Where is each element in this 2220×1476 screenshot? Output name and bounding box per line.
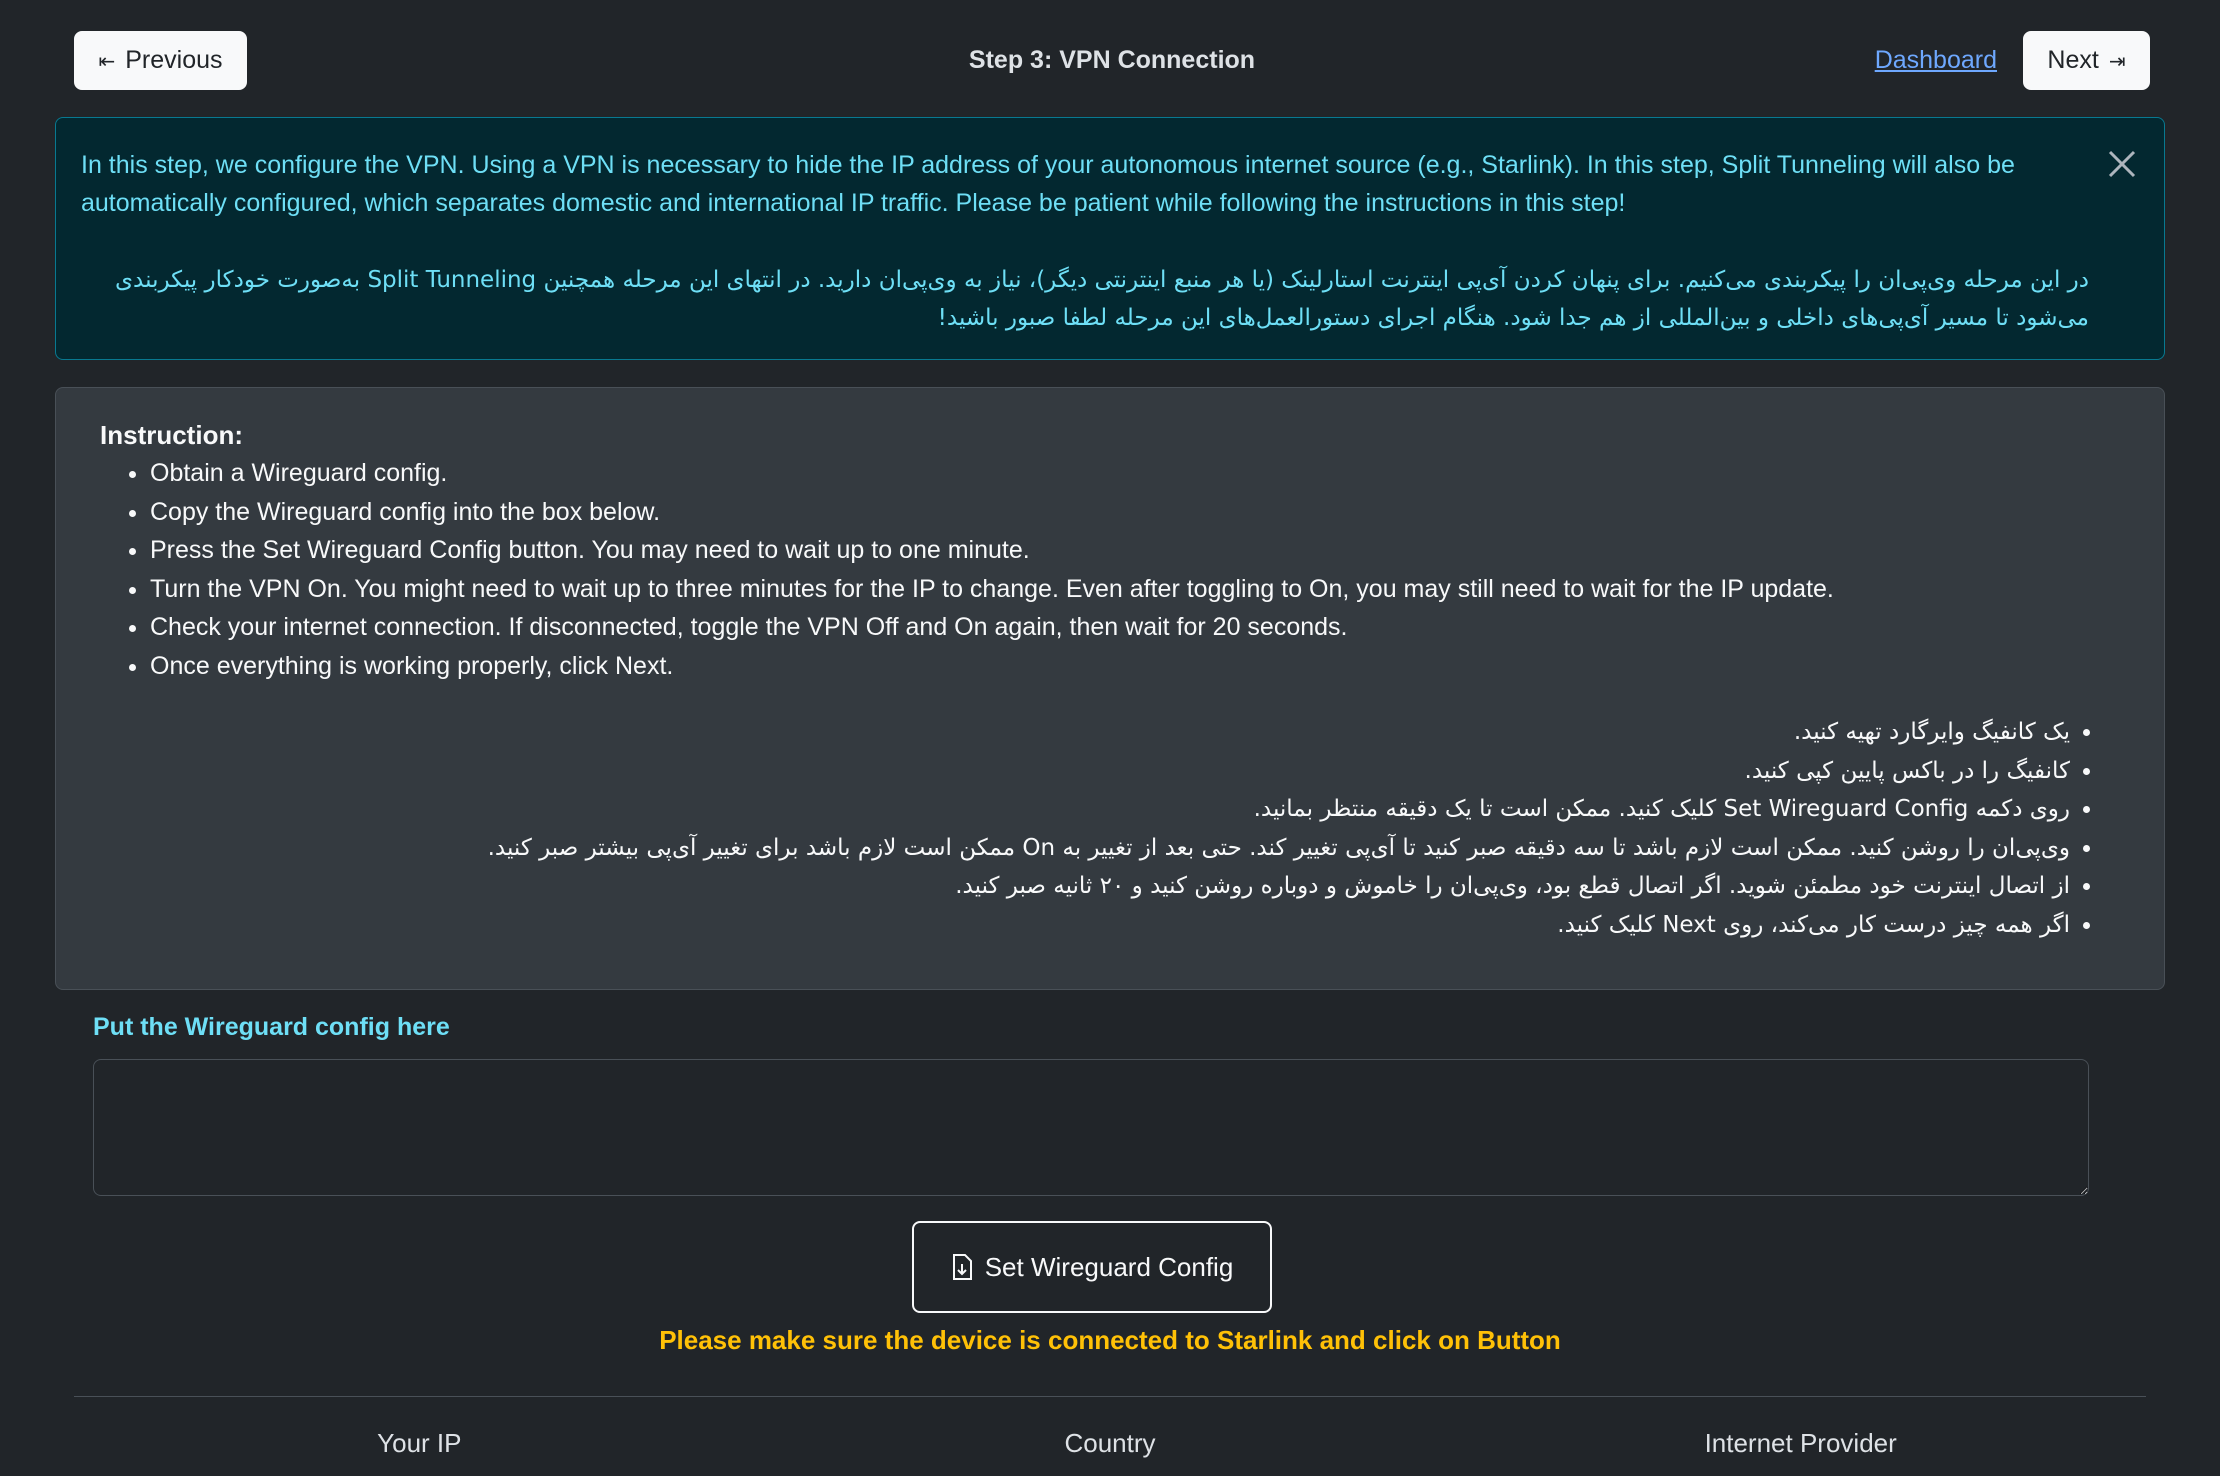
alert-text-english: In this step, we configure the VPN. Usin… (81, 151, 2015, 217)
list-item: روی دکمه Set Wireguard Config کلیک کنید.… (100, 790, 2070, 829)
step-navigation: ⇤ Previous Step 3: VPN Connection Dashbo… (74, 31, 2150, 90)
wireguard-config-input[interactable] (93, 1059, 2089, 1196)
divider (74, 1396, 2146, 1397)
list-item: Press the Set Wireguard Config button. Y… (150, 531, 2120, 570)
instructions-list-persian: یک کانفیگ وایرگارد تهیه کنید. کانفیگ را … (100, 713, 2120, 944)
set-wireguard-config-button[interactable]: Set Wireguard Config (912, 1221, 1272, 1313)
connection-warning: Please make sure the device is connected… (659, 1325, 1561, 1355)
your-ip-label: Your IP (377, 1428, 462, 1458)
info-alert: In this step, we configure the VPN. Usin… (55, 117, 2165, 360)
config-label: Put the Wireguard config here (93, 1013, 450, 1041)
instructions-title: Instruction: (100, 420, 243, 450)
dashboard-link[interactable]: Dashboard (1875, 31, 1997, 90)
list-item: یک کانفیگ وایرگارد تهیه کنید. (100, 713, 2070, 752)
set-wireguard-config-label: Set Wireguard Config (984, 1251, 1234, 1282)
list-item: Obtain a Wireguard config. (150, 454, 2120, 493)
list-item: اگر همه چیز درست کار می‌کند، روی Next کل… (100, 906, 2070, 945)
close-icon[interactable] (2102, 144, 2142, 184)
next-button-label: Next (2047, 46, 2099, 74)
arrow-right-bar-icon: ⇥ (2108, 48, 2126, 73)
country-label: Country (1064, 1428, 1156, 1458)
page-title: Step 3: VPN Connection (968, 46, 1256, 74)
list-item: Copy the Wireguard config into the box b… (150, 493, 2120, 532)
list-item: وی‌پی‌ان را روشن کنید. ممکن است لازم باش… (100, 829, 2070, 868)
file-arrow-down-icon (952, 1254, 972, 1280)
list-item: Once everything is working properly, cli… (150, 647, 2120, 686)
alert-text-persian: در این مرحله وی‌پی‌ان را پیکربندی می‌کنی… (115, 267, 2089, 331)
list-item: Check your internet connection. If disco… (150, 608, 2120, 647)
list-item: کانفیگ را در باکس پایین کپی کنید. (100, 752, 2070, 791)
list-item: از اتصال اینترنت خود مطمئن شوید. اگر اتص… (100, 867, 2070, 906)
next-button[interactable]: Next ⇥ (2023, 31, 2150, 90)
internet-provider-label: Internet Provider (1704, 1428, 1897, 1458)
list-item: Turn the VPN On. You might need to wait … (150, 570, 2120, 609)
connection-stats: Your IP Country Internet Provider (74, 1428, 2146, 1459)
instructions-list-english: Obtain a Wireguard config. Copy the Wire… (100, 454, 2120, 685)
instructions-panel: Instruction: Obtain a Wireguard config. … (55, 387, 2165, 990)
